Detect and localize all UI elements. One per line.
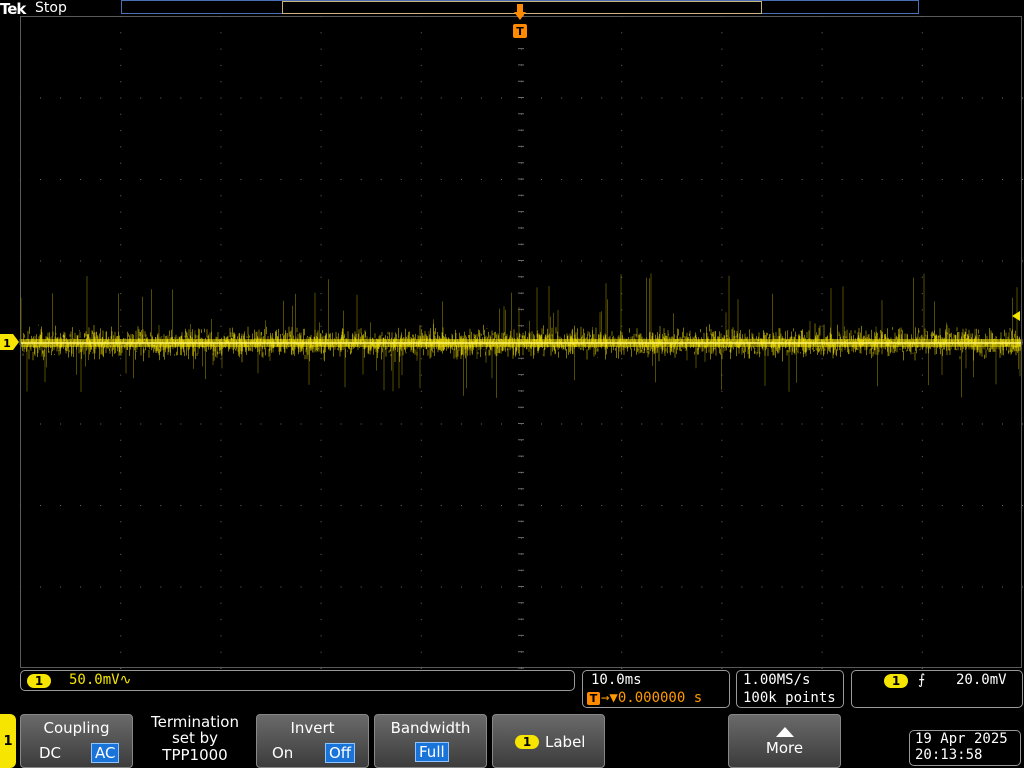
trigger-marker-label: T bbox=[516, 25, 524, 38]
coupling-dc-option[interactable]: DC bbox=[39, 744, 61, 762]
sample-rate: 1.00MS/s bbox=[743, 672, 811, 688]
bandwidth-title: Bandwidth bbox=[390, 719, 471, 737]
termination-line2: set by bbox=[171, 729, 219, 747]
bandwidth-value: Full bbox=[415, 742, 449, 762]
horizontal-readout[interactable]: 10.0ms T →▼0.000000 s bbox=[582, 670, 730, 708]
record-length: 100k points bbox=[743, 690, 836, 706]
coupling-ac-option[interactable]: AC bbox=[91, 743, 120, 763]
invert-button[interactable]: Invert On Off bbox=[256, 714, 369, 768]
invert-off-option[interactable]: Off bbox=[325, 743, 356, 763]
termination-info: Termination set by TPP1000 bbox=[140, 713, 250, 768]
termination-line3: TPP1000 bbox=[162, 746, 228, 764]
rising-edge-icon: ⨍ bbox=[918, 672, 926, 688]
ch1-volts-per-div: 50.0mV bbox=[69, 672, 120, 688]
invert-title: Invert bbox=[290, 719, 335, 737]
trigger-position-marker: T bbox=[513, 4, 527, 38]
trigger-t-icon: T bbox=[587, 691, 600, 705]
trigger-source-badge: 1 bbox=[884, 674, 908, 688]
acquisition-readout[interactable]: 1.00MS/s 100k points bbox=[736, 670, 844, 708]
ac-coupling-icon: ∿ bbox=[119, 672, 132, 688]
menu-channel-tab: 1 bbox=[0, 714, 16, 768]
more-label: More bbox=[765, 739, 804, 757]
label-button[interactable]: 1 Label bbox=[492, 714, 605, 768]
waveform-display: T 1 bbox=[0, 4, 1023, 669]
label-text: Label bbox=[545, 733, 586, 751]
up-arrow-icon bbox=[776, 727, 794, 737]
date-value: 19 Apr 2025 bbox=[915, 731, 1008, 747]
invert-on-option[interactable]: On bbox=[272, 744, 293, 762]
bandwidth-button[interactable]: Bandwidth Full bbox=[374, 714, 487, 768]
ch1-marker-label: 1 bbox=[3, 337, 11, 350]
coupling-title: Coupling bbox=[43, 719, 110, 737]
ch1-waveform-trace bbox=[20, 273, 1021, 398]
trigger-level-marker bbox=[1012, 311, 1020, 321]
date-time-display: 19 Apr 2025 20:13:58 bbox=[909, 730, 1021, 766]
trigger-level: 20.0mV bbox=[956, 672, 1007, 688]
ch1-badge: 1 bbox=[27, 674, 51, 688]
more-button[interactable]: More bbox=[728, 714, 841, 768]
label-channel-badge: 1 bbox=[515, 735, 539, 749]
ch1-ground-marker: 1 bbox=[0, 334, 19, 350]
ch1-scale-readout[interactable]: 1 50.0mV∿ bbox=[20, 670, 575, 691]
trigger-readout[interactable]: 1 ⨍ 20.0mV bbox=[851, 670, 1023, 708]
horizontal-position: →▼0.000000 s bbox=[601, 690, 703, 706]
timebase-value: 10.0ms bbox=[591, 672, 642, 688]
coupling-button[interactable]: Coupling DC AC bbox=[20, 714, 133, 768]
time-value: 20:13:58 bbox=[915, 747, 983, 763]
